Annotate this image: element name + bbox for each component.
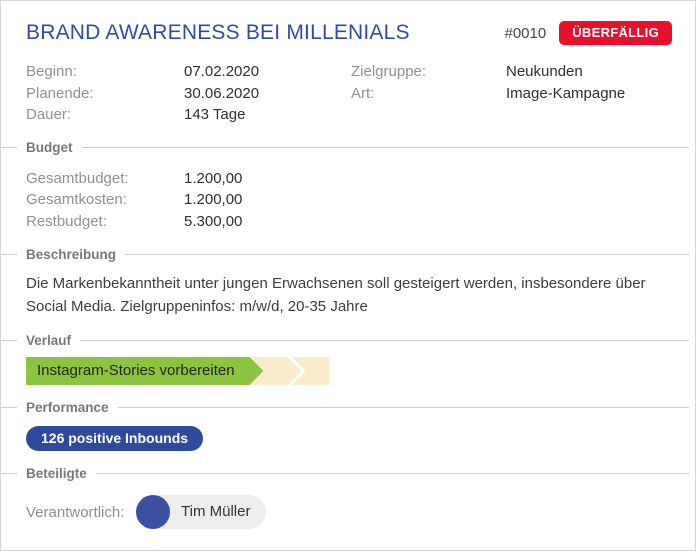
field-value: 07.02.2020 bbox=[184, 61, 259, 83]
process-step-label: Instagram-Stories vorbereiten bbox=[37, 362, 235, 379]
header-right: #0010 ÜBERFÄLLIG bbox=[505, 21, 673, 45]
section-title: Budget bbox=[26, 140, 73, 155]
field-label: Art: bbox=[351, 83, 506, 105]
divider-line bbox=[1, 147, 17, 148]
responsible-person-row: Verantwortlich: Tim Müller bbox=[26, 495, 670, 529]
divider-line bbox=[82, 147, 690, 148]
divider-line bbox=[118, 407, 689, 408]
field-value: 143 Tage bbox=[184, 104, 245, 126]
section-title: Verlauf bbox=[26, 333, 71, 348]
section-header-beschreibung: Beschreibung bbox=[1, 245, 695, 263]
divider-line bbox=[125, 254, 689, 255]
section-header-performance: Performance bbox=[1, 398, 695, 416]
budget-fields: Gesamtbudget: 1.200,00 Gesamtkosten: 1.2… bbox=[26, 168, 670, 233]
person-name: Tim Müller bbox=[181, 503, 250, 521]
process-step-current[interactable]: Instagram-Stories vorbereiten bbox=[26, 357, 264, 385]
field-row-planende: Planende: 30.06.2020 bbox=[26, 83, 351, 105]
card-header: BRAND AWARENESS BEI MILLENIALS #0010 ÜBE… bbox=[26, 21, 672, 45]
avatar bbox=[136, 495, 170, 529]
field-value: 5.300,00 bbox=[184, 211, 242, 233]
overview-fields: Beginn: 07.02.2020 Planende: 30.06.2020 … bbox=[26, 61, 670, 126]
field-value: 30.06.2020 bbox=[184, 83, 259, 105]
field-row-beginn: Beginn: 07.02.2020 bbox=[26, 61, 351, 83]
field-value: 1.200,00 bbox=[184, 189, 242, 211]
field-value: Image-Kampagne bbox=[506, 83, 625, 105]
field-label: Restbudget: bbox=[26, 211, 184, 233]
field-row-restbudget: Restbudget: 5.300,00 bbox=[26, 211, 670, 233]
field-value: 1.200,00 bbox=[184, 168, 242, 190]
field-label: Planende: bbox=[26, 83, 184, 105]
overview-left-column: Beginn: 07.02.2020 Planende: 30.06.2020 … bbox=[26, 61, 351, 126]
campaign-detail-card: BRAND AWARENESS BEI MILLENIALS #0010 ÜBE… bbox=[0, 0, 696, 551]
section-title: Performance bbox=[26, 400, 109, 415]
field-row-zielgruppe: Zielgruppe: Neukunden bbox=[351, 61, 670, 83]
field-label: Dauer: bbox=[26, 104, 184, 126]
section-header-budget: Budget bbox=[1, 139, 695, 157]
field-label: Beginn: bbox=[26, 61, 184, 83]
page-title: BRAND AWARENESS BEI MILLENIALS bbox=[26, 21, 410, 45]
divider-line bbox=[1, 407, 17, 408]
description-text: Die Markenbekanntheit unter jungen Erwac… bbox=[26, 272, 670, 318]
field-row-art: Art: Image-Kampagne bbox=[351, 83, 670, 105]
field-label: Zielgruppe: bbox=[351, 61, 506, 83]
divider-line bbox=[80, 340, 689, 341]
section-header-verlauf: Verlauf bbox=[1, 331, 695, 349]
campaign-id: #0010 bbox=[505, 25, 547, 42]
divider-line bbox=[1, 473, 17, 474]
field-label: Verantwortlich: bbox=[26, 504, 136, 521]
performance-badge[interactable]: 126 positive Inbounds bbox=[26, 426, 203, 451]
field-value: Neukunden bbox=[506, 61, 583, 83]
section-title: Beteiligte bbox=[26, 466, 87, 481]
field-row-gesamtkosten: Gesamtkosten: 1.200,00 bbox=[26, 189, 670, 211]
process-steps-bar: Instagram-Stories vorbereiten bbox=[26, 357, 670, 385]
status-badge: ÜBERFÄLLIG bbox=[559, 21, 672, 45]
divider-line bbox=[96, 473, 689, 474]
field-label: Gesamtkosten: bbox=[26, 189, 184, 211]
field-label: Gesamtbudget: bbox=[26, 168, 184, 190]
field-row-gesamtbudget: Gesamtbudget: 1.200,00 bbox=[26, 168, 670, 190]
divider-line bbox=[1, 254, 17, 255]
overview-right-column: Zielgruppe: Neukunden Art: Image-Kampagn… bbox=[351, 61, 670, 126]
person-chip[interactable]: Tim Müller bbox=[136, 495, 266, 529]
divider-line bbox=[1, 340, 17, 341]
section-header-beteiligte: Beteiligte bbox=[1, 464, 695, 482]
field-row-dauer: Dauer: 143 Tage bbox=[26, 104, 351, 126]
section-title: Beschreibung bbox=[26, 247, 116, 262]
